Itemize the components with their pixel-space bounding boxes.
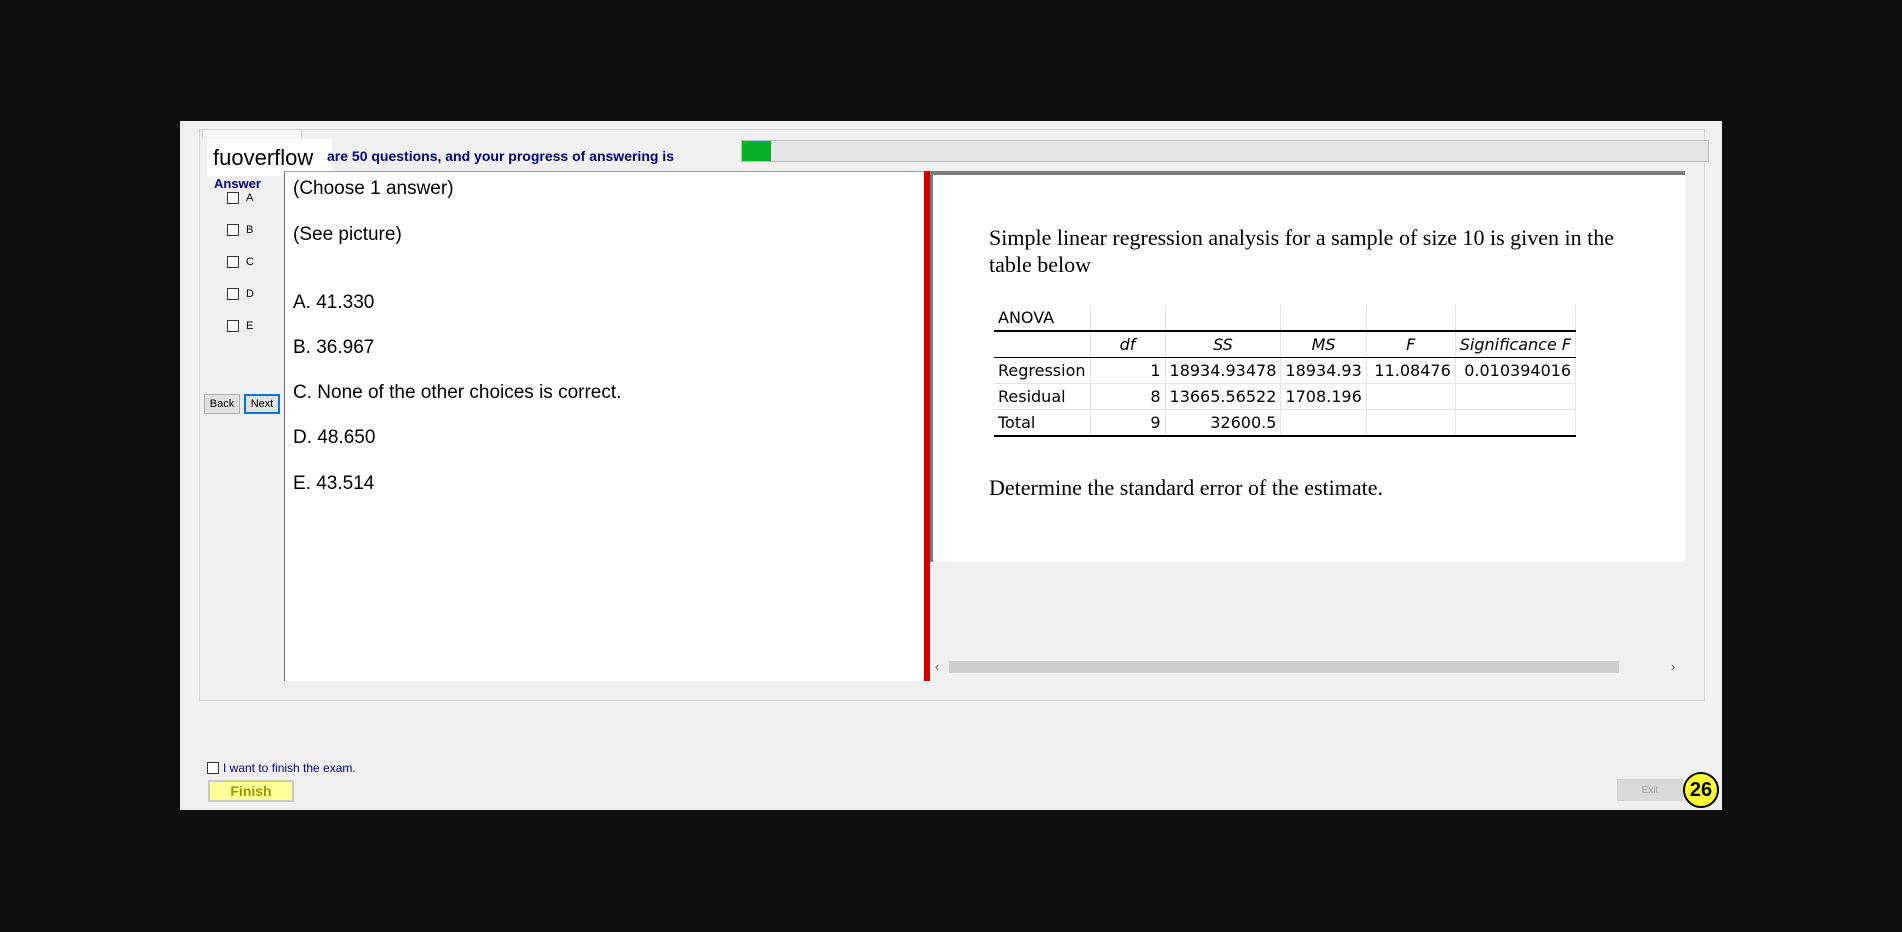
progress-fill xyxy=(742,141,771,161)
table-header: F xyxy=(1366,330,1456,358)
table-header: SS xyxy=(1165,330,1282,358)
table-cell xyxy=(1455,383,1577,410)
table-cell: 9 xyxy=(1090,409,1166,437)
choice-e: E. 43.514 xyxy=(293,473,375,494)
exit-button[interactable]: Exit xyxy=(1617,779,1683,801)
finish-exam-option[interactable]: I want to finish the exam. xyxy=(207,761,356,775)
question-number-badge: 26 xyxy=(1683,772,1719,808)
table-cell xyxy=(1280,409,1367,437)
checkbox[interactable] xyxy=(227,256,239,268)
image-question-text: Determine the standard error of the esti… xyxy=(989,475,1384,500)
horizontal-scrollbar[interactable]: ‹ › xyxy=(933,658,1683,675)
progress-label: are 50 questions, and your progress of a… xyxy=(327,148,674,164)
answer-option-c[interactable]: C xyxy=(227,255,254,269)
checkbox[interactable] xyxy=(227,192,239,204)
table-cell: 0.010394016 xyxy=(1455,357,1577,384)
scroll-right-icon[interactable]: › xyxy=(1671,658,1675,675)
table-header xyxy=(994,330,1091,358)
choice-a: A. 41.330 xyxy=(293,292,375,313)
table-cell: Total xyxy=(994,409,1091,437)
table-cell: 18934.93 xyxy=(1280,357,1367,384)
checkbox[interactable] xyxy=(227,288,239,300)
table-cell: 1 xyxy=(1090,357,1166,384)
table-header: Significance F xyxy=(1455,330,1577,358)
table-header: MS xyxy=(1280,330,1367,358)
question-image: Simple linear regression analysis for a … xyxy=(933,175,1685,562)
finish-button[interactable]: Finish xyxy=(208,780,294,802)
table-cell: Residual xyxy=(994,383,1091,410)
choice-c: C. None of the other choices is correct. xyxy=(293,382,622,403)
option-letter: E xyxy=(246,320,254,332)
answer-option-b[interactable]: B xyxy=(227,223,253,237)
question-image-viewer: Simple linear regression analysis for a … xyxy=(930,171,1685,681)
anova-table: ANOVA df SS MS F Significance F Regressi… xyxy=(994,305,1577,437)
checkbox[interactable] xyxy=(227,224,239,236)
question-prompt: (See picture) xyxy=(293,224,402,245)
option-letter: D xyxy=(246,288,254,300)
table-cell: 8 xyxy=(1090,383,1166,410)
option-letter: C xyxy=(246,256,254,268)
scrollbar-thumb[interactable] xyxy=(949,661,1619,673)
table-cell: Regression xyxy=(994,357,1091,384)
table-cell xyxy=(1455,409,1577,437)
exam-panel: fuoverflow are 50 questions, and your pr… xyxy=(199,129,1709,701)
exam-window: fuoverflow are 50 questions, and your pr… xyxy=(180,121,1722,810)
table-row: Regression 1 18934.93478 18934.93 11.084… xyxy=(994,357,1577,384)
table-cell xyxy=(1366,409,1456,437)
scroll-left-icon[interactable]: ‹ xyxy=(935,658,939,675)
table-cell: 1708.196 xyxy=(1280,383,1367,410)
option-letter: A xyxy=(246,192,254,204)
image-intro-line-1: Simple linear regression analysis for a … xyxy=(989,225,1615,250)
viewer-top-border xyxy=(930,171,1685,175)
image-intro-line-2: table below xyxy=(989,252,1092,277)
option-letter: B xyxy=(246,224,254,236)
checkbox[interactable] xyxy=(227,320,239,332)
finish-checkbox[interactable] xyxy=(207,762,219,774)
tab-strip xyxy=(202,129,302,138)
progress-bar xyxy=(741,140,1709,162)
table-cell: 18934.93478 xyxy=(1165,357,1282,384)
next-button[interactable]: Next xyxy=(244,394,280,414)
table-cell: 13665.56522 xyxy=(1165,383,1282,410)
table-cell: 11.08476 xyxy=(1366,357,1456,384)
answer-heading: Answer xyxy=(214,176,261,191)
finish-checkbox-label: I want to finish the exam. xyxy=(223,761,356,775)
question-instruction: (Choose 1 answer) xyxy=(293,178,454,199)
table-row: Residual 8 13665.56522 1708.196 xyxy=(994,383,1577,410)
answer-option-a[interactable]: A xyxy=(227,191,253,205)
choice-b: B. 36.967 xyxy=(293,337,375,358)
table-header-row: df SS MS F Significance F xyxy=(994,330,1577,358)
table-cell xyxy=(1366,383,1456,410)
answer-option-d[interactable]: D xyxy=(227,287,254,301)
choice-d: D. 48.650 xyxy=(293,427,376,448)
viewer-left-border xyxy=(930,171,933,562)
table-header: df xyxy=(1090,330,1166,358)
question-panel: (Choose 1 answer) (See picture) A. 41.33… xyxy=(284,171,924,681)
answer-option-e[interactable]: E xyxy=(227,319,253,333)
table-title: ANOVA xyxy=(994,305,1091,332)
table-row: Total 9 32600.5 xyxy=(994,409,1577,437)
back-button[interactable]: Back xyxy=(204,394,240,414)
table-cell: 32600.5 xyxy=(1165,409,1282,437)
